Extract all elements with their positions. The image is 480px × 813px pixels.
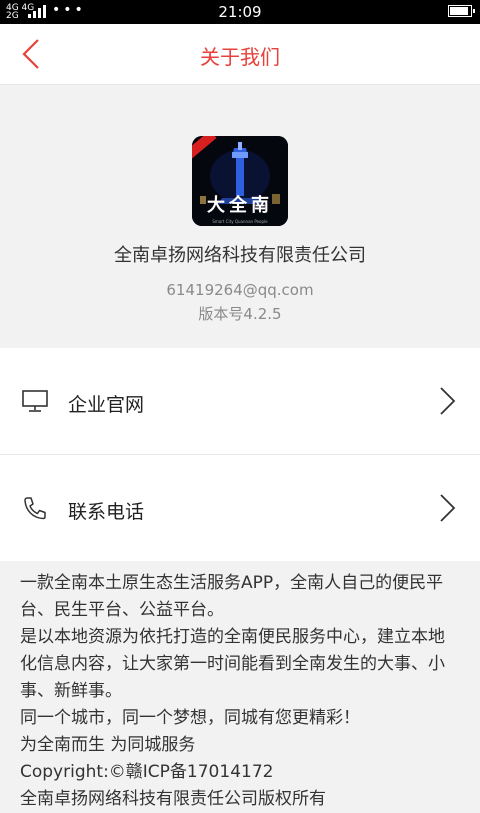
page-title: 关于我们 [200, 45, 280, 69]
chevron-right-icon [440, 387, 456, 415]
description-line: 是以本地资源为依托打造的全南便民服务中心，建立本地化信息内容，让大家第一时间能看… [20, 627, 445, 701]
menu-list: 企业官网 联系电话 [0, 348, 480, 561]
chevron-right-icon [440, 494, 456, 522]
menu-item-website[interactable]: 企业官网 [0, 348, 480, 454]
app-logo-subtext: Smart City Quannan People [212, 219, 268, 224]
status-bar: 4G 4G 2G ••• 21:09 [0, 0, 480, 24]
menu-item-label: 企业官网 [68, 394, 145, 416]
clock: 21:09 [218, 3, 262, 21]
description-line: 一款全南本土原生态生活服务APP，全南人自己的便民平台、民生平台、公益平台。 [20, 573, 444, 620]
description-line: 同一个城市，同一个梦想，同城有您更精彩！ [20, 708, 360, 728]
menu-item-phone[interactable]: 联系电话 [0, 454, 480, 561]
battery-icon [448, 5, 475, 17]
app-version: 版本号4.2.5 [198, 305, 282, 323]
copyright-text: Copyright:©赣ICP备17014172 [20, 762, 274, 782]
app-info-section: 大全南 Smart City Quannan People 全南卓扬网络科技有限… [0, 85, 480, 347]
contact-email: 61419264@qq.com [166, 281, 314, 299]
monitor-icon [22, 390, 48, 412]
app-logo-text: 大全南 [207, 195, 273, 216]
battery-fill [450, 7, 468, 15]
app-description: 一款全南本土原生态生活服务APP，全南人自己的便民平台、民生平台、公益平台。 是… [0, 570, 480, 813]
description-line: 为全南而生 为同城服务 [20, 735, 196, 755]
nav-bar: 关于我们 [0, 24, 480, 85]
phone-icon [24, 497, 46, 520]
menu-item-label: 联系电话 [68, 501, 145, 523]
back-arrow-icon[interactable] [14, 34, 54, 74]
company-name: 全南卓扬网络科技有限责任公司 [114, 245, 366, 266]
app-logo: 大全南 Smart City Quannan People [192, 136, 288, 226]
